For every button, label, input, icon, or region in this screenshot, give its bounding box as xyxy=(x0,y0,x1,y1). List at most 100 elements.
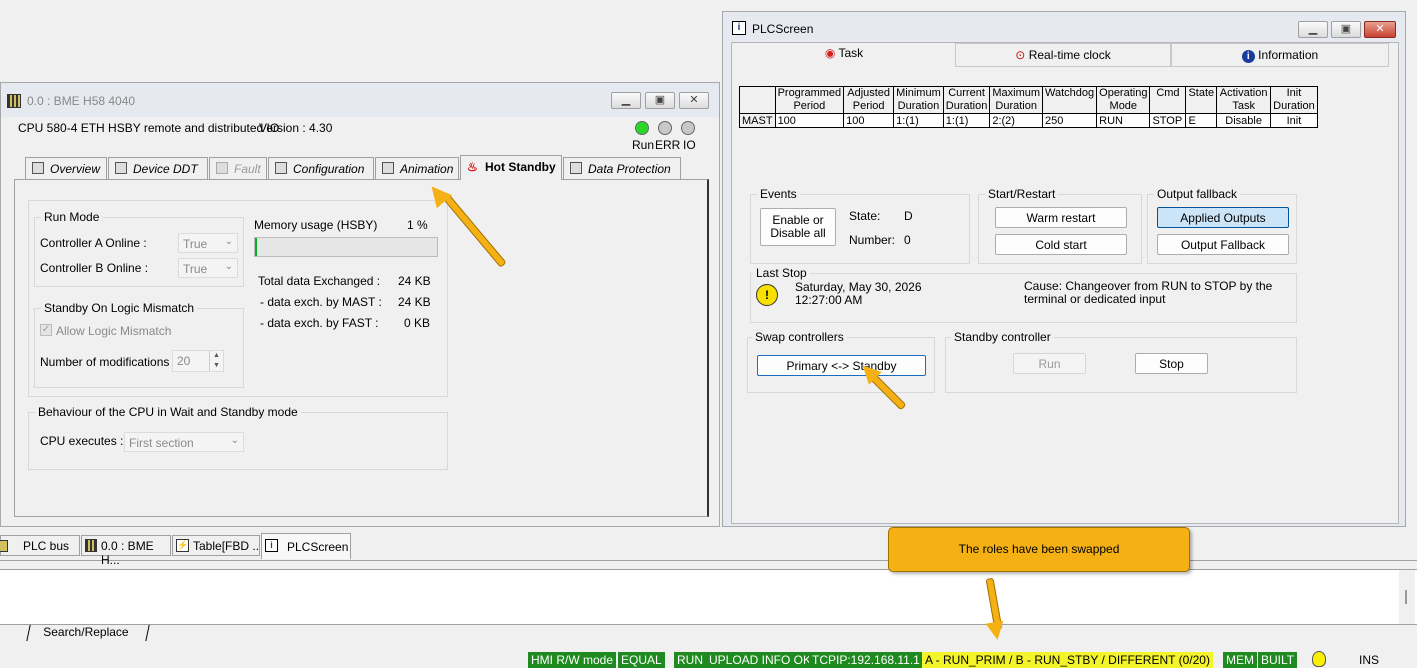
tab-overview[interactable]: Overview xyxy=(25,157,107,179)
clock-icon: ⊙ xyxy=(1015,48,1026,62)
chevron-down-icon: ⌄ xyxy=(230,435,239,446)
table-header-cell: Maximum Duration xyxy=(989,86,1044,114)
status-built: BUILT xyxy=(1258,652,1298,668)
output-pane xyxy=(0,569,1417,625)
mast-exchanged-label: - data exch. by MAST : xyxy=(260,295,382,309)
close-button[interactable]: ✕ xyxy=(679,92,709,109)
table-cell: 100 xyxy=(843,113,895,128)
chevron-down-icon: ⌄ xyxy=(224,261,233,272)
output-fallback-button[interactable]: Output Fallback xyxy=(1157,234,1289,255)
tab-task[interactable]: ◉ Task xyxy=(733,43,955,65)
tab-configuration[interactable]: Configuration xyxy=(268,157,374,179)
doc-tab-table-fbd[interactable]: ⚡ Table[FBD ... xyxy=(172,535,260,556)
err-led-label: ERR xyxy=(655,138,681,152)
tab-fault[interactable]: Fault xyxy=(209,157,267,179)
last-stop-time: 12:27:00 AM xyxy=(795,293,863,307)
arrowhead xyxy=(985,620,1007,642)
maximize-button[interactable]: ▣ xyxy=(1331,21,1361,38)
tab-device-ddt[interactable]: Device DDT xyxy=(108,157,208,179)
standby-controller-group: Standby controller xyxy=(945,330,1297,393)
module-icon xyxy=(32,162,44,174)
table-header-cell: Programmed Period xyxy=(774,86,845,114)
last-stop-date: Saturday, May 30, 2026 xyxy=(795,280,922,294)
tab-data-protection[interactable]: Data Protection xyxy=(563,157,681,179)
tab-real-time-clock[interactable]: ⊙ Real-time clock xyxy=(955,43,1171,67)
table-header-cell: Current Duration xyxy=(942,86,991,114)
table-header-cell: Adjusted Period xyxy=(843,86,895,114)
total-exchanged-value: 24 KB xyxy=(398,274,431,288)
allow-mismatch-label: Allow Logic Mismatch xyxy=(56,324,172,338)
tab-hot-standby[interactable]: ♨ Hot Standby xyxy=(460,155,562,180)
doc-tab-bme[interactable]: 0.0 : BME H... xyxy=(81,535,171,567)
cpu-executes-label: CPU executes : xyxy=(40,434,124,448)
memory-usage-bar xyxy=(254,237,438,257)
enable-disable-all-button[interactable]: Enable or Disable all xyxy=(760,208,836,246)
module-icon xyxy=(115,162,127,174)
fire-icon: ♨ xyxy=(467,160,478,174)
last-stop-cause: Cause: Changeover from RUN to STOP by th… xyxy=(1024,279,1273,306)
bme-titlebar[interactable]: 0.0 : BME H58 4040 ▁ ▣ ✕ xyxy=(1,83,719,117)
events-state-value: D xyxy=(904,209,913,223)
primary-standby-swap-button[interactable]: Primary <-> Standby xyxy=(757,355,926,376)
module-icon xyxy=(382,162,394,174)
status-upload-info: UPLOAD INFO OK xyxy=(706,652,815,668)
minimize-button[interactable]: ▁ xyxy=(611,92,641,109)
logic-mismatch-group: Standby On Logic Mismatch xyxy=(34,301,244,388)
table-cell[interactable]: Init xyxy=(1270,113,1318,128)
controller-b-select[interactable]: True ⌄ xyxy=(178,258,238,278)
run-led xyxy=(635,121,649,135)
status-hsby-state: A - RUN_PRIM / B - RUN_STBY / DIFFERENT … xyxy=(922,652,1213,668)
table-cell: MAST xyxy=(739,113,776,128)
module-icon xyxy=(570,162,582,174)
cpu-executes-select[interactable]: First section ⌄ xyxy=(124,432,244,452)
warm-restart-button[interactable]: Warm restart xyxy=(995,207,1127,228)
chevron-down-icon: ⌄ xyxy=(224,236,233,247)
table-cell: 250 xyxy=(1042,113,1098,128)
minimize-button[interactable]: ▁ xyxy=(1298,21,1328,38)
maximize-button[interactable]: ▣ xyxy=(645,92,675,109)
controller-a-select[interactable]: True ⌄ xyxy=(178,233,238,253)
plcscreen-title: PLCScreen xyxy=(752,22,814,36)
cold-start-button[interactable]: Cold start xyxy=(995,234,1127,255)
table-header-cell: Cmd xyxy=(1149,86,1187,114)
modifications-spinner[interactable]: 20 ▲ ▼ xyxy=(172,350,224,372)
err-led xyxy=(658,121,672,135)
tab-animation[interactable]: Animation xyxy=(375,157,459,179)
status-run: RUN xyxy=(674,652,706,668)
plc-bus-icon xyxy=(0,540,8,552)
fast-exchanged-label: - data exch. by FAST : xyxy=(260,316,379,330)
table-cell: 100 xyxy=(774,113,845,128)
table-header-cell: Activation Task xyxy=(1216,86,1272,114)
memory-usage-fill xyxy=(255,238,257,256)
information-icon: i xyxy=(1241,50,1255,63)
applied-outputs-button[interactable]: Applied Outputs xyxy=(1157,207,1289,228)
doc-tab-plc-bus[interactable]: PLC bus xyxy=(0,535,80,556)
io-led-label: IO xyxy=(683,138,696,152)
run-led-label: Run xyxy=(632,138,655,152)
table-cell: STOP xyxy=(1149,113,1187,128)
plc-icon xyxy=(7,94,21,108)
info-icon: i xyxy=(732,21,746,35)
table-cell: 2:(2) xyxy=(989,113,1044,128)
tab-information[interactable]: i Information xyxy=(1171,43,1389,67)
table-header-cell: State xyxy=(1185,86,1218,114)
allow-mismatch-checkbox[interactable]: ✓ xyxy=(40,324,52,336)
close-button[interactable]: ✕ xyxy=(1364,21,1396,38)
doc-tab-plcscreen[interactable]: i PLCScreen xyxy=(261,533,351,559)
controller-b-label: Controller B Online : xyxy=(40,261,149,275)
table-cell: 1:(1) xyxy=(942,113,991,128)
search-replace-tab[interactable]: Search/Replace xyxy=(26,625,150,641)
events-number-label: Number: xyxy=(849,233,896,247)
table-header-cell: Watchdog xyxy=(1042,86,1098,114)
module-icon xyxy=(275,162,287,174)
table-header-row: Programmed Period Adjusted Period Minimum Dur… xyxy=(739,86,1318,114)
cpu-version: Version : 4.30 xyxy=(259,121,333,135)
standby-run-button[interactable]: Run xyxy=(1013,353,1086,374)
spinner-arrows-icon[interactable]: ▲ ▼ xyxy=(209,351,223,371)
output-scrollbar[interactable] xyxy=(1399,570,1415,624)
table-cell[interactable]: Disable xyxy=(1216,113,1272,128)
total-exchanged-label: Total data Exchanged : xyxy=(258,274,381,288)
fbd-icon: ⚡ xyxy=(176,539,189,552)
memory-usage-value: 1 % xyxy=(407,218,428,232)
standby-stop-button[interactable]: Stop xyxy=(1135,353,1208,374)
